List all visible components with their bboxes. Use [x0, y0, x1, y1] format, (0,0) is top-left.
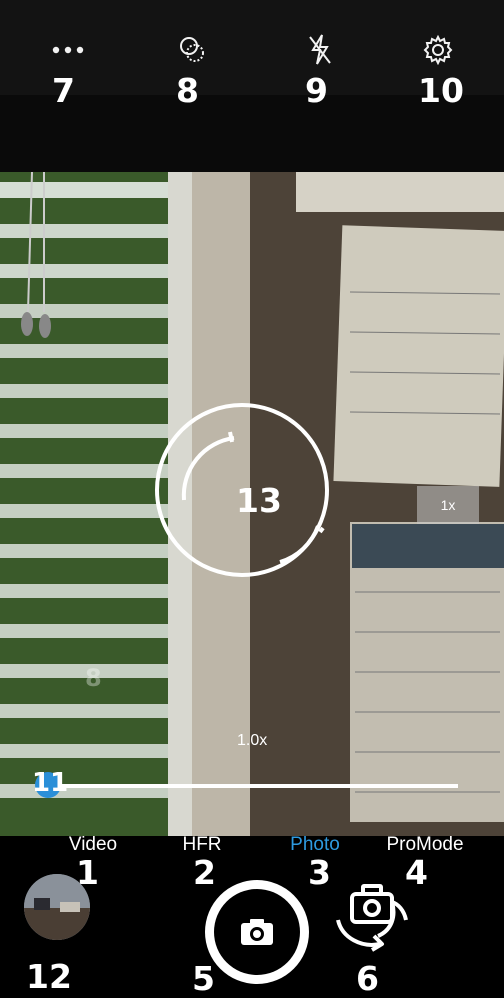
- switch-camera-button[interactable]: [332, 880, 412, 954]
- more-options-button[interactable]: [46, 30, 90, 70]
- badge-more: 7: [52, 71, 75, 110]
- more-dots-icon: [52, 46, 84, 54]
- gallery-thumbnail-image: [24, 874, 90, 940]
- flash-off-icon: [309, 34, 331, 65]
- settings-button[interactable]: [416, 30, 460, 70]
- zoom-slider-track[interactable]: [48, 784, 458, 788]
- filter-button[interactable]: [170, 30, 214, 70]
- badge-zoom-slider: 11: [32, 768, 69, 798]
- badge-hfr: 2: [193, 853, 216, 892]
- shutter-button[interactable]: [205, 880, 309, 984]
- badge-switch-camera: 6: [356, 959, 379, 998]
- flash-button[interactable]: [298, 30, 342, 70]
- zoom-toggle-button[interactable]: 1x: [417, 486, 479, 524]
- shutter-inner: [214, 889, 300, 975]
- switch-camera-icon: [336, 884, 408, 952]
- badge-shutter: 5: [192, 959, 215, 998]
- badge-focus: 13: [236, 481, 282, 520]
- filter-circles-icon: [180, 37, 204, 62]
- badge-filter: 8: [176, 71, 199, 110]
- faint-badge: 8: [85, 664, 102, 692]
- gallery-thumbnail[interactable]: [24, 874, 90, 940]
- zoom-level-label: 1.0x: [237, 732, 268, 749]
- gear-icon: [423, 35, 453, 65]
- camera-icon: [241, 919, 273, 945]
- badge-photo: 3: [308, 853, 331, 892]
- badge-flash: 9: [305, 71, 328, 110]
- badge-gallery: 12: [26, 957, 72, 996]
- badge-settings: 10: [418, 71, 464, 110]
